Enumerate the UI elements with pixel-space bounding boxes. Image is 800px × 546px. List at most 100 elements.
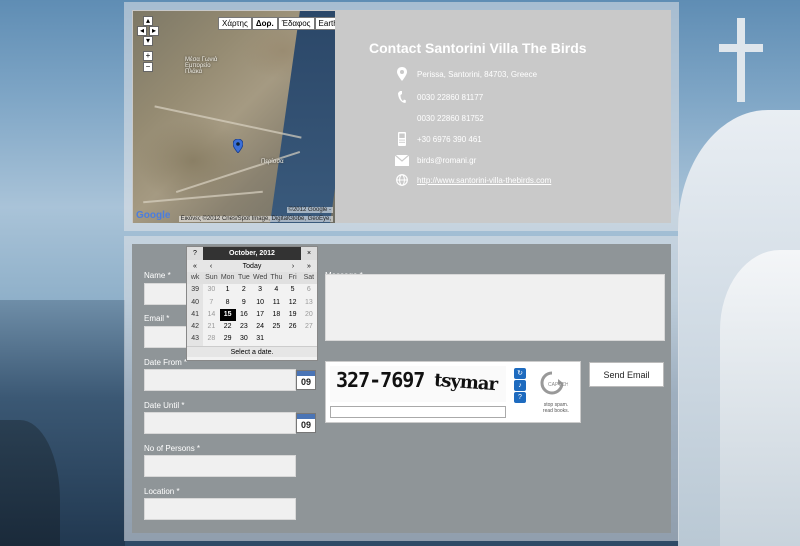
map-type-satellite[interactable]: Δορ. — [251, 17, 278, 30]
map-zoom-in-icon[interactable]: + — [143, 51, 153, 61]
recaptcha-logo-icon: CAPTCHA — [540, 371, 568, 395]
contact-phone-2: 0030 22860 81752 — [417, 113, 484, 123]
date-picker-day[interactable]: 1 — [220, 284, 236, 296]
date-picker-day[interactable]: 21 — [203, 321, 219, 333]
date-picker-day[interactable]: 4 — [268, 284, 284, 296]
date-picker-day[interactable]: 16 — [236, 309, 252, 321]
date-picker-day[interactable]: 8 — [220, 297, 236, 309]
google-logo-text: Google — [136, 210, 171, 221]
date-picker-day[interactable]: 30 — [203, 284, 219, 296]
date-picker-title: October, 2012 — [229, 250, 275, 257]
date-picker-day[interactable]: 10 — [252, 297, 268, 309]
date-picker-day[interactable]: 22 — [220, 321, 236, 333]
contact-website-row: http://www.santorini-villa-thebirds.com — [395, 172, 551, 188]
date-picker-day[interactable]: 11 — [268, 297, 284, 309]
date-picker-next-year[interactable]: » — [301, 263, 317, 270]
contact-address: Perissa, Santorini, 84703, Greece — [417, 69, 538, 79]
contact-website-link[interactable]: http://www.santorini-villa-thebirds.com — [417, 176, 551, 185]
date-picker-day[interactable]: 25 — [268, 321, 284, 333]
recaptcha-widget: 327-7697 tsymar ↻ ♪ ? CAPTCHA stop spam.… — [325, 361, 581, 423]
map-sea — [270, 11, 335, 223]
date-picker-help-button[interactable]: ? — [187, 247, 203, 260]
background-church-wall — [720, 250, 800, 546]
map-pan-up-icon[interactable]: ▴ — [143, 16, 153, 26]
map-type-controls: Χάρτης Δορ. Έδαφος Earth — [218, 17, 335, 30]
map-pan-left-icon[interactable]: ◂ — [137, 26, 147, 36]
captcha-help-icon[interactable]: ? — [514, 392, 526, 403]
contact-phone-2-row: 0030 22860 81752 — [395, 110, 484, 126]
date-picker-day — [268, 333, 284, 345]
message-textarea[interactable] — [325, 274, 665, 341]
map-copyright: ©2012 Google - — [286, 207, 333, 213]
date-picker-day[interactable]: 13 — [301, 297, 317, 309]
date-picker-day[interactable]: 27 — [301, 321, 317, 333]
date-picker-day[interactable]: 12 — [285, 297, 301, 309]
contact-email-row: birds@romani.gr — [395, 152, 476, 168]
date-picker-day[interactable]: 15 — [219, 308, 236, 322]
date-picker-day[interactable]: 19 — [285, 309, 301, 321]
phone-icon — [395, 89, 409, 105]
date-picker-day[interactable]: 2 — [236, 284, 252, 296]
date-until-input[interactable] — [144, 412, 296, 434]
blank-icon — [395, 110, 409, 126]
contact-address-row: Perissa, Santorini, 84703, Greece — [395, 66, 537, 82]
persons-label: No of Persons * — [144, 444, 201, 453]
date-from-input[interactable] — [144, 369, 296, 391]
date-picker-day[interactable]: 17 — [252, 309, 268, 321]
captcha-audio-icon[interactable]: ♪ — [514, 380, 526, 391]
date-picker-prev-year[interactable]: « — [187, 263, 203, 270]
date-picker-weekday-header: Sun — [203, 272, 220, 285]
date-picker-day[interactable]: 20 — [301, 309, 317, 321]
captcha-word-1: 327-7697 — [336, 368, 425, 392]
contact-phone-1: 0030 22860 81177 — [417, 92, 484, 102]
date-picker-day[interactable]: 5 — [285, 284, 301, 296]
date-picker-today[interactable]: Today — [219, 263, 285, 270]
location-input[interactable] — [144, 498, 296, 520]
date-from-label: Date From * — [144, 358, 188, 367]
google-map[interactable]: Χάρτης Δορ. Έδαφος Earth ▴ ◂ ▸ ▾ + − Μέσ… — [133, 11, 335, 223]
name-label: Name * — [144, 271, 171, 280]
date-picker-day[interactable]: 31 — [252, 333, 268, 345]
map-pan-down-icon[interactable]: ▾ — [143, 36, 153, 46]
persons-input[interactable] — [144, 455, 296, 477]
contact-title: Contact Santorini Villa The Birds — [369, 40, 587, 56]
date-picker-day[interactable]: 30 — [236, 333, 252, 345]
date-picker-day[interactable]: 18 — [268, 309, 284, 321]
date-until-calendar-icon[interactable]: 09 — [296, 413, 316, 433]
date-picker-day[interactable]: 26 — [285, 321, 301, 333]
date-picker-weekday-header: Fri — [284, 272, 301, 285]
date-picker-day[interactable]: 24 — [252, 321, 268, 333]
map-type-earth[interactable]: Earth — [314, 17, 335, 30]
background-cross-icon — [737, 18, 745, 102]
date-picker-day[interactable]: 29 — [220, 333, 236, 345]
date-picker-grid: wk Sun Mon Tue Wed Thu Fri Sat 39 30 1 2 3 4 5 6 40 7 8 9 10… — [187, 272, 317, 346]
date-picker-prev-month[interactable]: ‹ — [203, 263, 219, 270]
map-zoom-out-icon[interactable]: − — [143, 62, 153, 72]
date-picker-close-button[interactable]: × — [301, 247, 317, 260]
captcha-image: 327-7697 tsymar — [330, 366, 506, 402]
date-picker-footer: Select a date. — [187, 345, 317, 357]
captcha-word-2: tsymar — [433, 369, 498, 396]
send-email-button[interactable]: Send Email — [589, 362, 664, 387]
map-type-terrain[interactable]: Έδαφος — [277, 17, 315, 30]
envelope-icon — [395, 152, 409, 168]
date-picker-next-month[interactable]: › — [285, 263, 301, 270]
date-picker-day[interactable]: 9 — [236, 297, 252, 309]
date-picker-day[interactable]: 28 — [203, 333, 219, 345]
date-picker-day[interactable]: 6 — [301, 284, 317, 296]
date-picker-day[interactable]: 3 — [252, 284, 268, 296]
contact-email[interactable]: birds@romani.gr — [417, 156, 476, 165]
date-picker-day[interactable]: 14 — [203, 309, 219, 321]
date-from-calendar-icon[interactable]: 09 — [296, 370, 316, 390]
contact-panel-inner: Χάρτης Δορ. Έδαφος Earth ▴ ◂ ▸ ▾ + − Μέσ… — [132, 10, 671, 223]
captcha-refresh-icon[interactable]: ↻ — [514, 368, 526, 379]
date-picker-day[interactable]: 23 — [236, 321, 252, 333]
captcha-input[interactable] — [330, 406, 506, 418]
map-marker-icon[interactable] — [233, 139, 243, 153]
date-picker-day[interactable]: 7 — [203, 297, 219, 309]
google-logo: Google — [136, 210, 170, 221]
map-type-map[interactable]: Χάρτης — [218, 17, 252, 30]
email-label: Email * — [144, 314, 170, 323]
map-pan-right-icon[interactable]: ▸ — [149, 26, 159, 36]
date-picker-weekday-header: Tue — [235, 272, 252, 285]
